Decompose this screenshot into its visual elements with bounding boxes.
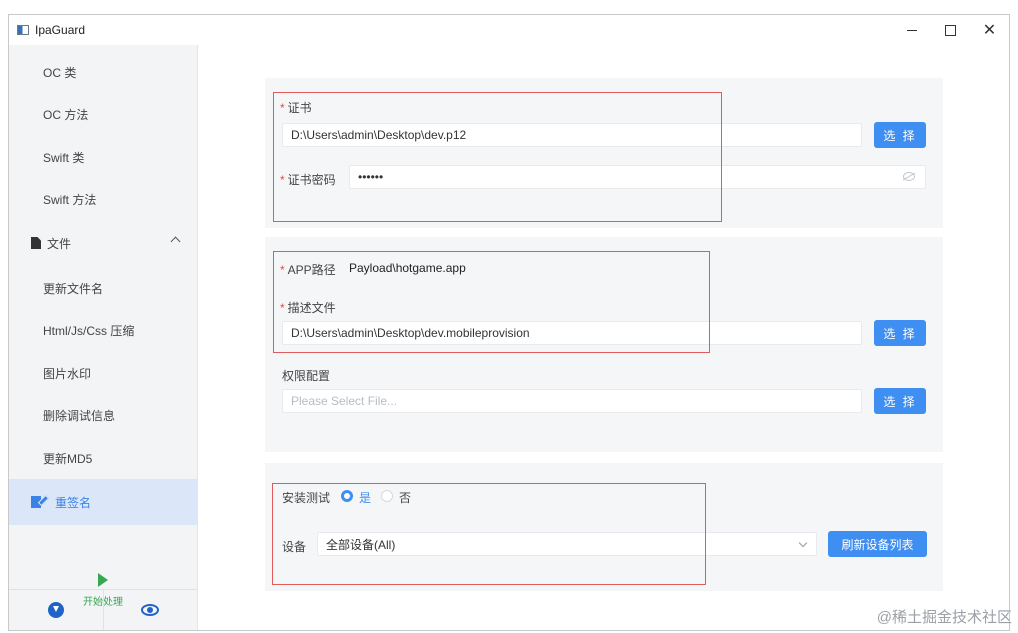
sidebar-item-label: 更新文件名 (43, 281, 104, 296)
radio-no[interactable] (381, 490, 393, 502)
profile-label: * 描述文件 (280, 301, 336, 315)
sidebar-item-rename-files[interactable]: 更新文件名 (9, 267, 197, 309)
watermark-text: @稀土掘金技术社区 (876, 609, 1012, 626)
sidebar-item-label: 删除调试信息 (43, 408, 116, 423)
app-window: IpaGuard ✕ OC 类 OC 方法 Swift 类 Swift 方法 文… (8, 14, 1010, 631)
sidebar-item-remove-debug[interactable]: 删除调试信息 (9, 394, 197, 436)
sidebar-item-swift-class[interactable]: Swift 类 (9, 136, 197, 178)
cert-choose-button[interactable]: 选 择 (874, 122, 926, 148)
chevron-up-icon[interactable] (170, 236, 181, 247)
sidebar-group-file[interactable]: 文件 (9, 222, 197, 264)
profile-choose-button[interactable]: 选 择 (874, 320, 926, 346)
play-icon (98, 572, 108, 587)
file-icon (31, 237, 41, 249)
app-path-label: * APP路径 (280, 263, 336, 277)
window-title: IpaGuard (35, 23, 86, 37)
preview-button[interactable] (102, 590, 198, 630)
sidebar-item-label: 图片水印 (43, 366, 92, 381)
minimize-button[interactable] (892, 15, 931, 45)
sidebar-item-label: 重签名 (55, 495, 92, 510)
app-icon (17, 25, 29, 35)
maximize-button[interactable] (931, 15, 970, 45)
sidebar-item-swift-method[interactable]: Swift 方法 (9, 178, 197, 220)
radio-yes[interactable] (341, 490, 353, 502)
minimize-icon (906, 29, 917, 31)
app-path-value: Payload\hotgame.app (349, 261, 466, 275)
install-panel: 安装测试 是 否 设备 全部设备(All) 刷新设备列表 (265, 463, 943, 591)
sidebar-item-label: 更新MD5 (43, 451, 93, 466)
app-panel: * APP路径 Payload\hotgame.app * 描述文件 D:\User… (265, 237, 943, 452)
sidebar-item-oc-class[interactable]: OC 类 (9, 51, 197, 93)
eye-icon (141, 604, 160, 616)
chevron-down-icon (798, 538, 808, 548)
cert-label: * 证书 (280, 101, 312, 115)
password-value: •••••• (358, 170, 384, 184)
close-button[interactable]: ✕ (970, 15, 1009, 45)
install-test-label: 安装测试 (282, 491, 331, 505)
device-select-value: 全部设备(All) (326, 537, 396, 552)
cert-password-label: * 证书密码 (280, 173, 336, 187)
main-content: * 证书 D:\Users\admin\Desktop\dev.p12 选 择 *… (198, 45, 1009, 630)
sidebar-item-label: Html/Js/Css 压缩 (43, 323, 135, 338)
cert-password-input[interactable]: •••••• (349, 165, 926, 189)
sidebar-item-compress[interactable]: Html/Js/Css 压缩 (9, 309, 197, 351)
entitlements-choose-button[interactable]: 选 择 (874, 388, 926, 414)
cert-path-input[interactable]: D:\Users\admin\Desktop\dev.p12 (282, 123, 862, 147)
sidebar-item-oc-method[interactable]: OC 方法 (9, 93, 197, 135)
sidebar-item-update-md5[interactable]: 更新MD5 (9, 437, 197, 479)
window-controls: ✕ (892, 15, 1009, 45)
sidebar-bottom-bar (9, 589, 197, 630)
sidebar-item-label: Swift 方法 (43, 192, 97, 207)
entitlements-input[interactable]: Please Select File... (282, 389, 862, 413)
sidebar: OC 类 OC 方法 Swift 类 Swift 方法 文件 更新文件名 Htm… (9, 45, 198, 630)
close-icon: ✕ (982, 22, 997, 39)
radio-no-label[interactable]: 否 (399, 489, 411, 506)
sidebar-item-resign[interactable]: 重签名 (9, 479, 197, 525)
entitlements-label: 权限配置 (282, 369, 331, 383)
sidebar-item-label: Swift 类 (43, 150, 85, 165)
hide-password-icon[interactable] (903, 172, 915, 181)
radio-yes-label[interactable]: 是 (359, 489, 371, 506)
refresh-devices-button[interactable]: 刷新设备列表 (828, 531, 927, 557)
certificate-panel: * 证书 D:\Users\admin\Desktop\dev.p12 选 择 *… (265, 78, 943, 228)
download-icon (47, 602, 64, 618)
profile-path-input[interactable]: D:\Users\admin\Desktop\dev.mobileprovisi… (282, 321, 862, 345)
sign-icon (31, 494, 50, 509)
sidebar-item-label: OC 方法 (43, 107, 89, 122)
device-label: 设备 (282, 540, 307, 554)
maximize-icon (945, 24, 956, 36)
sidebar-item-watermark[interactable]: 图片水印 (9, 352, 197, 394)
sidebar-item-label: OC 类 (43, 65, 77, 80)
device-select[interactable]: 全部设备(All) (317, 532, 817, 556)
sidebar-item-label: 文件 (47, 236, 72, 251)
download-button[interactable] (9, 590, 103, 630)
title-bar: IpaGuard ✕ (9, 15, 1009, 45)
